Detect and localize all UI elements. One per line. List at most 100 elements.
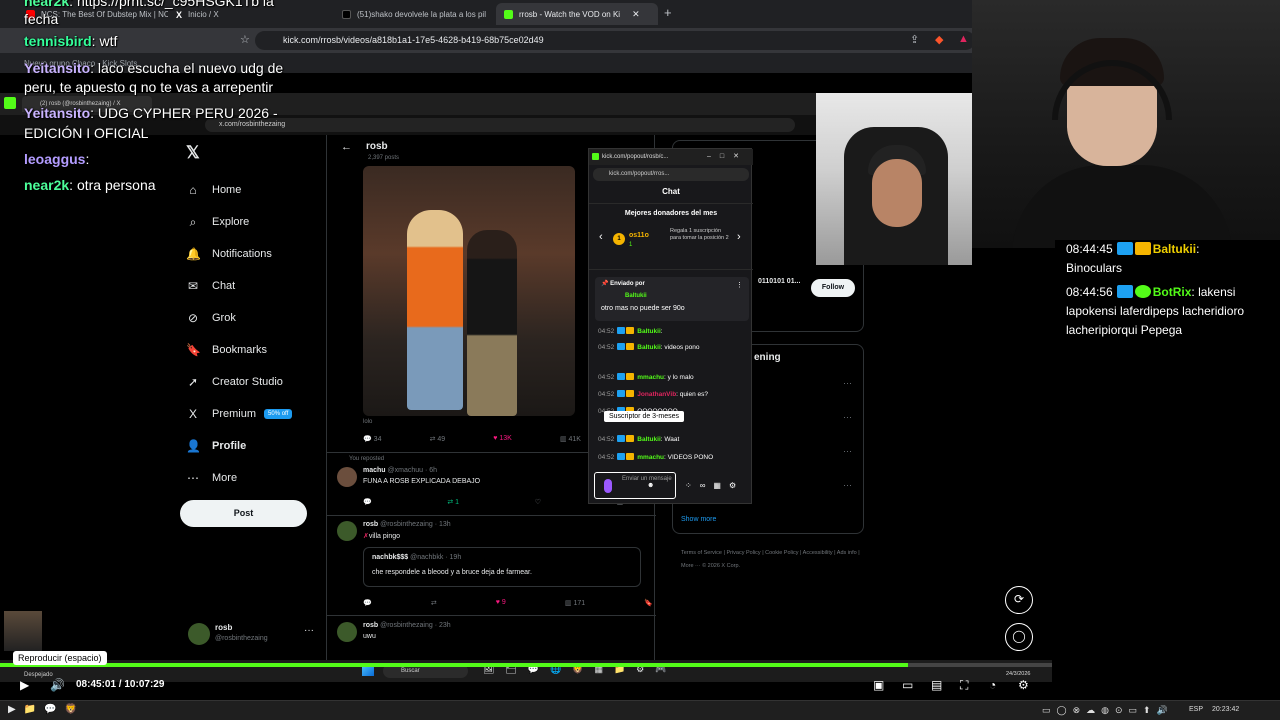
tab-kick-vod[interactable]: rrosb - Watch the VOD on Ki ✕ <box>496 3 658 25</box>
tab-tiktok[interactable]: (51)shako devolvele la plata a los pil <box>334 3 494 25</box>
kick-popout-chat: kick.com/popout/rosb/c... –□✕ kick.com/p… <box>588 148 753 504</box>
nav-item-home[interactable]: ⌂ Home <box>186 174 326 206</box>
chat-toolbar[interactable]: ⁘∞▦⚙ <box>685 481 744 490</box>
clip-icon[interactable]: ▣ <box>873 678 884 692</box>
nav-item-bookmarks[interactable]: 🔖 Bookmarks <box>186 334 326 366</box>
account-switcher[interactable]: rosb @rosbinthezaing ··· <box>188 621 318 649</box>
play-icon[interactable]: ▶ <box>20 678 29 692</box>
top-donors-title: Mejores donadores del mes <box>624 210 718 217</box>
more-options-icon[interactable]: ··· <box>304 625 314 636</box>
streamer-webcam <box>972 0 1280 248</box>
theatre-mode-icon[interactable]: ⟳ <box>1005 586 1033 614</box>
pinned-message[interactable]: 📌 Enviado por ⋮ Baltukii otro mas no pue… <box>595 277 749 321</box>
video-progress-bar[interactable] <box>0 663 1052 667</box>
photo-person-right <box>467 230 517 416</box>
chat-username[interactable]: Baltukii <box>1153 242 1196 256</box>
tab-label: (51)shako devolvele la plata a los pil <box>357 9 486 19</box>
emoji-icon[interactable]: ☻ <box>647 482 654 489</box>
trend-more-icon[interactable]: ··· <box>843 446 852 456</box>
like-button[interactable]: ♥ 9 <box>496 599 506 607</box>
chevron-right-icon[interactable]: › <box>737 231 741 243</box>
follow-button[interactable]: Follow <box>811 279 855 297</box>
chevron-left-icon[interactable]: ‹ <box>599 231 603 243</box>
quoted-tweet[interactable]: nachbk$$$ @nachbkk · 19h che respondele … <box>363 547 641 587</box>
overlay-chat-line: peru, te apuesto q no te vas a arrepenti… <box>24 78 273 96</box>
chat-message: 04:52 Baltukii: Waat <box>598 435 680 443</box>
nav-item-chat[interactable]: ✉ Chat <box>186 270 326 302</box>
language-indicator[interactable]: ESP <box>1189 706 1203 713</box>
avatar[interactable] <box>337 521 357 541</box>
x-logo-icon[interactable]: 𝕏 <box>186 143 200 163</box>
repost-button[interactable]: ⇄ 49 <box>430 435 446 445</box>
volume-icon[interactable]: 🔊 <box>50 678 65 692</box>
player-controls: ▶ 🔊 08:45:01 / 10:07:29 ▣ ▭ ▤ ⛶ ◔ ⚙ <box>0 672 1052 700</box>
speed-icon[interactable]: ◔ <box>989 678 996 692</box>
tweet-meta: rosb @rosbinthezaing · 13h <box>363 521 451 528</box>
nav-item-grok[interactable]: ⊘ Grok <box>186 302 326 334</box>
chat-toggle-icon[interactable]: ◯ <box>1005 623 1033 651</box>
repost-button[interactable]: ⇄ <box>431 599 437 607</box>
like-button[interactable]: ♥ 13K <box>493 435 512 445</box>
back-arrow-icon[interactable]: ← <box>341 141 366 153</box>
tweet-rosb-uwu[interactable]: rosb @rosbinthezaing · 23h uwu <box>337 622 649 652</box>
chat-username[interactable]: Baltukii <box>637 344 660 351</box>
bookmark-icon[interactable]: 🔖 <box>644 599 653 607</box>
rewards-icon[interactable]: ▲ <box>958 33 969 45</box>
nav-label: Notifications <box>212 248 272 260</box>
avatar[interactable] <box>337 467 357 487</box>
chat-username[interactable]: mmachu <box>637 374 664 381</box>
new-tab-button[interactable]: + <box>664 5 672 20</box>
trend-more-icon[interactable]: ··· <box>843 412 852 422</box>
popout-url-bar[interactable]: kick.com/popout/rros... <box>593 168 749 181</box>
chat-text: quien es? <box>679 391 708 398</box>
nav-item-explore[interactable]: ⌕ Explore <box>186 206 326 238</box>
settings-gear-icon[interactable]: ⚙ <box>1018 678 1029 692</box>
window-controls[interactable]: –□✕ <box>707 149 748 165</box>
show-more-link[interactable]: Show more <box>681 516 716 523</box>
brave-shield-icon[interactable]: ◆ <box>935 33 943 46</box>
share-icon[interactable]: ⇪ <box>910 33 919 46</box>
post-button[interactable]: Post <box>180 500 307 527</box>
fullscreen-icon[interactable]: ⛶ <box>960 678 968 693</box>
close-tab-icon[interactable]: ✕ <box>632 9 640 20</box>
pin-menu-icon[interactable]: ⋮ <box>736 281 743 289</box>
chat-username[interactable]: Baltukii <box>637 328 660 335</box>
nav-item-profile[interactable]: 👤 Profile <box>186 430 326 462</box>
nav-item-premium[interactable]: X Premium 50% off <box>186 398 326 430</box>
trend-more-icon[interactable]: ··· <box>843 378 852 388</box>
footer-links[interactable]: Terms of Service | Privacy Policy | Cook… <box>681 547 861 573</box>
tweet-rosb-villa[interactable]: rosb @rosbinthezaing · 13h ✗villa pingo … <box>337 521 653 609</box>
nav-item-more[interactable]: ⋯ More <box>186 462 326 494</box>
guest-face <box>872 159 922 227</box>
like-button[interactable]: ♡ <box>535 498 541 506</box>
donor-cta[interactable]: Regala 1 suscripción para tomar la posic… <box>670 228 732 242</box>
chat-username[interactable]: JonathanVib <box>637 391 676 398</box>
repost-button[interactable]: ⇄ 1 <box>447 498 459 506</box>
trend-more-icon[interactable]: ··· <box>843 480 852 490</box>
inner-address-bar[interactable]: x.com/rosbinthezaing <box>205 118 795 132</box>
emote-picker-icon[interactable] <box>604 479 612 493</box>
theatre-icon[interactable]: ▭ <box>902 678 913 692</box>
account-name: rosb <box>215 623 233 632</box>
kick-icon <box>504 9 513 19</box>
chat-username[interactable]: Baltukii <box>637 436 660 443</box>
overlay-chat-line: Yeitansito: laco escucha el nuevo udg de <box>24 60 284 76</box>
reply-button[interactable]: 💬 <box>363 498 372 506</box>
chat-username[interactable]: BotRix <box>1153 285 1192 299</box>
miniplayer-icon[interactable]: ▤ <box>931 678 942 692</box>
avatar[interactable] <box>337 622 357 642</box>
reply-button[interactable]: 💬 <box>363 599 372 607</box>
chat-username[interactable]: mmachu <box>637 454 664 461</box>
tweet-text: uwu <box>363 633 376 640</box>
overlay-text: EDICIÓN I OFICIAL <box>24 125 149 141</box>
reply-button[interactable]: 💬 34 <box>363 435 381 445</box>
nav-item-notifications[interactable]: 🔔 Notifications <box>186 238 326 270</box>
taskbar-apps[interactable]: ▶📁💬🦁 <box>8 704 85 715</box>
bookmark-star-icon[interactable]: ☆ <box>240 33 250 46</box>
views-count: ▥ 171 <box>564 600 586 607</box>
chat-input[interactable]: Enviar un mensaje ☻ <box>594 472 676 499</box>
nav-item-creator-studio[interactable]: ➚ Creator Studio <box>186 366 326 398</box>
address-bar[interactable]: kick.com/rrosb/videos/a818b1a1-17e5-4628… <box>255 31 975 50</box>
tweet-photo[interactable] <box>363 166 575 416</box>
system-tray-icons[interactable]: ▭◯⊗☁◍⊙▭⬆🔊 <box>1042 705 1174 716</box>
